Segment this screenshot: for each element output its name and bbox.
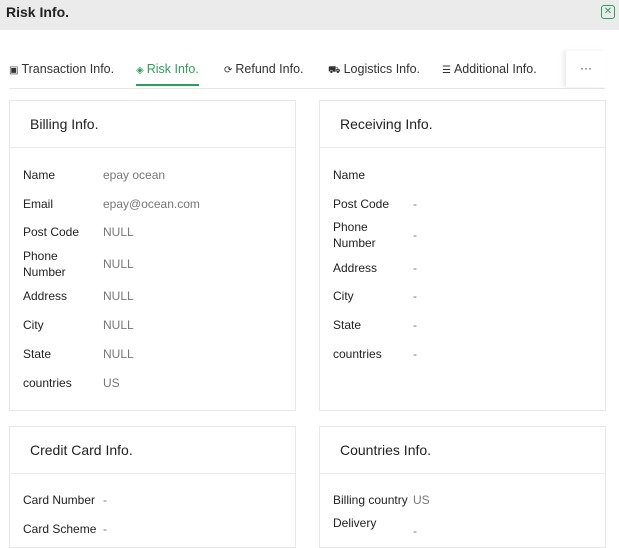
divider (320, 147, 605, 148)
field-label: City (23, 318, 44, 332)
tab-label: Refund Info. (235, 62, 304, 76)
card-title: Billing Info. (30, 116, 99, 132)
card-title: Credit Card Info. (30, 442, 133, 458)
field-label: Email (23, 197, 54, 211)
more-tabs-button[interactable]: ··· (566, 51, 606, 87)
field-value: NULL (103, 347, 134, 361)
close-icon[interactable]: ✕ (601, 5, 615, 19)
tab-additional-info[interactable]: ☰ Additional Info. (442, 62, 537, 76)
tab-label: Additional Info. (453, 62, 537, 76)
field-label: Phone Number (23, 249, 66, 279)
receiving-info-card: Receiving Info. Name Post Code - Phone N… (319, 100, 606, 411)
field-label: Phone Number (333, 220, 376, 250)
tab-label: Transaction Info. (21, 62, 115, 76)
field-value: epay ocean (103, 168, 166, 182)
field-value: US (413, 493, 430, 507)
tab-transaction-info[interactable]: ▣ Transaction Info. (9, 62, 114, 76)
truck-icon: ⛟ (328, 65, 341, 76)
refund-icon: ⟳ (224, 65, 233, 76)
countries-info-card: Countries Info. Billing country US Deliv… (319, 426, 606, 548)
field-value: - (103, 493, 107, 507)
tab-label: Logistics Info. (343, 62, 421, 76)
field-label: City (333, 289, 354, 303)
field-label: State (23, 347, 52, 361)
tab-refund-info[interactable]: ⟳ Refund Info. (224, 62, 304, 76)
credit-card-info-card: Credit Card Info. Card Number - Card Sch… (9, 426, 296, 548)
field-label: Post Code (333, 197, 390, 211)
tab-label: Risk Info. (146, 62, 199, 76)
shield-icon: ◈ (136, 65, 144, 76)
field-value: - (413, 318, 417, 332)
field-label: Address (333, 261, 378, 275)
field-label: Delivery (333, 516, 377, 530)
card-title: Receiving Info. (340, 116, 433, 132)
field-label: Address (23, 289, 68, 303)
field-value: NULL (103, 318, 134, 332)
field-label: Billing country (333, 493, 408, 507)
field-value: epay@ocean.com (103, 197, 200, 211)
divider (320, 473, 605, 474)
field-value: - (413, 228, 417, 242)
billing-info-card: Billing Info. Name epay ocean Email epay… (9, 100, 296, 411)
field-value: - (103, 522, 107, 536)
field-label: State (333, 318, 362, 332)
field-value: - (413, 197, 417, 211)
field-value: NULL (103, 257, 134, 271)
field-label: Name (333, 168, 366, 182)
field-value: - (413, 524, 417, 538)
field-value: NULL (103, 225, 134, 239)
dialog-title: Risk Info. (6, 4, 70, 20)
field-label: countries (23, 376, 72, 390)
tab-risk-info[interactable]: ◈ Risk Info. (136, 62, 199, 76)
field-value: - (413, 347, 417, 361)
field-label: countries (333, 347, 382, 361)
transaction-icon: ▣ (9, 65, 19, 76)
field-label: Post Code (23, 225, 80, 239)
field-value: US (103, 376, 120, 390)
tab-bar: ▣ Transaction Info. ◈ Risk Info. ⟳ Refund I… (9, 51, 606, 89)
field-value: - (413, 289, 417, 303)
field-value: - (413, 261, 417, 275)
field-label: Card Number (23, 493, 96, 507)
field-label: Card Scheme (23, 522, 97, 536)
tab-logistics-info[interactable]: ⛟ Logistics Info. (328, 62, 420, 78)
active-tab-indicator (136, 84, 199, 86)
field-value: NULL (103, 289, 134, 303)
dialog-header: Risk Info. ✕ (0, 0, 619, 30)
divider (10, 147, 295, 148)
divider (10, 473, 295, 474)
list-icon: ☰ (442, 65, 451, 76)
card-title: Countries Info. (340, 442, 432, 458)
field-label: Name (23, 168, 56, 182)
